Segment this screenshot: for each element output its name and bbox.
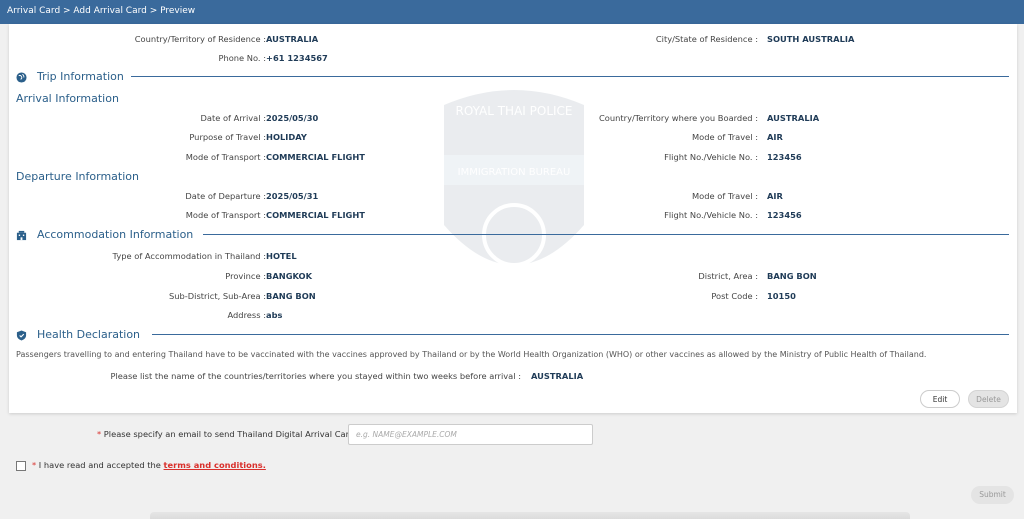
email-required-mark: * (97, 429, 102, 439)
shield-icon (16, 330, 27, 341)
terms-checkbox[interactable] (16, 461, 26, 471)
date-arrival-value: 2025/05/30 (266, 113, 319, 123)
globe-icon (16, 72, 27, 83)
trip-info-title: Trip Information (37, 70, 124, 83)
boarded-value: AUSTRALIA (767, 113, 820, 123)
district-label: District, Area : (698, 271, 758, 281)
address-label: Address : (227, 310, 266, 320)
health-divider (152, 334, 1009, 335)
watermark-top-text: ROYAL THAI POLICE (455, 104, 572, 118)
countries-stayed-label: Please list the name of the countries/te… (110, 371, 521, 381)
accommodation-divider (203, 234, 1009, 235)
email-label-text: Please specify an email to send Thailand… (103, 429, 355, 439)
subdistrict-label: Sub-District, Sub-Area : (169, 291, 266, 301)
terms-required-mark: * (32, 460, 37, 470)
date-arrival-label: Date of Arrival : (200, 113, 267, 123)
submit-button[interactable]: Submit (971, 486, 1014, 504)
vaccination-note: Passengers travelling to and entering Th… (16, 350, 927, 359)
flight-value: 123456 (767, 152, 802, 162)
watermark-band-text: IMMIGRATION BUREAU (458, 167, 571, 178)
dep-flight-label: Flight No./Vehicle No. : (664, 210, 758, 220)
departure-info-title: Departure Information (16, 170, 139, 183)
province-label: Province : (225, 271, 266, 281)
accommodation-title: Accommodation Information (37, 228, 194, 241)
terms-link[interactable]: terms and conditions. (164, 460, 266, 470)
arrival-info-title: Arrival Information (16, 92, 119, 105)
preview-card: ROYAL THAI POLICE IMMIGRATION BUREAU Cou… (9, 24, 1017, 413)
city-residence-label: City/State of Residence : (655, 34, 758, 44)
bottom-bar (150, 512, 910, 519)
date-departure-label: Date of Departure : (185, 191, 266, 201)
breadcrumb: Arrival Card > Add Arrival Card > Previe… (0, 0, 1024, 24)
building-icon (16, 230, 27, 241)
terms-label: * I have read and accepted the terms and… (32, 460, 266, 470)
dep-transport-label: Mode of Transport : (185, 210, 266, 220)
accommodation-type-label: Type of Accommodation in Thailand : (112, 251, 266, 261)
transport-value: COMMERCIAL FLIGHT (266, 152, 365, 162)
boarded-label: Country/Territory where you Boarded : (599, 113, 758, 123)
countries-stayed-value: AUSTRALIA (531, 371, 584, 381)
dep-mode-travel-value: AIR (767, 191, 783, 201)
country-residence-value: AUSTRALIA (266, 34, 319, 44)
flight-label: Flight No./Vehicle No. : (664, 152, 758, 162)
mode-travel-label: Mode of Travel : (692, 132, 758, 142)
subdistrict-value: BANG BON (266, 291, 316, 301)
purpose-value: HOLIDAY (266, 132, 307, 142)
district-value: BANG BON (767, 271, 817, 281)
edit-button[interactable]: Edit (920, 390, 960, 408)
email-label: * Please specify an email to send Thaila… (97, 429, 354, 439)
transport-label: Mode of Transport : (185, 152, 266, 162)
dep-flight-value: 123456 (767, 210, 802, 220)
phone-value: +61 1234567 (266, 53, 328, 63)
postcode-label: Post Code : (711, 291, 758, 301)
immigration-bureau-watermark: ROYAL THAI POLICE IMMIGRATION BUREAU (444, 90, 584, 267)
purpose-label: Purpose of Travel : (189, 132, 266, 142)
health-title: Health Declaration (37, 328, 141, 341)
dep-transport-value: COMMERCIAL FLIGHT (266, 210, 365, 220)
province-value: BANGKOK (266, 271, 313, 281)
email-input[interactable] (348, 424, 593, 445)
address-value: abs (266, 310, 283, 320)
date-departure-value: 2025/05/31 (266, 191, 319, 201)
delete-button[interactable]: Delete (968, 390, 1009, 408)
dep-mode-travel-label: Mode of Travel : (692, 191, 758, 201)
mode-travel-value: AIR (767, 132, 783, 142)
phone-label: Phone No. : (218, 53, 266, 63)
terms-prefix: I have read and accepted the (38, 460, 161, 470)
city-residence-value: SOUTH AUSTRALIA (767, 34, 855, 44)
accommodation-type-value: HOTEL (266, 251, 297, 261)
country-residence-label: Country/Territory of Residence : (134, 34, 266, 44)
trip-divider (131, 76, 1009, 77)
postcode-value: 10150 (767, 291, 796, 301)
